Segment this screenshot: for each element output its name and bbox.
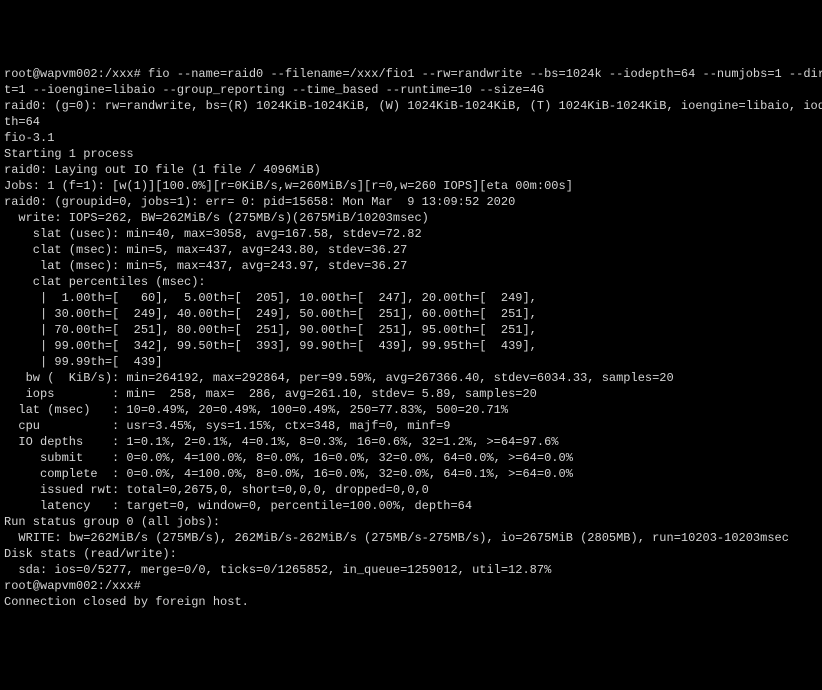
- terminal-line: raid0: Laying out IO file (1 file / 4096…: [4, 162, 818, 178]
- terminal-line: th=64: [4, 114, 818, 130]
- terminal-line: fio-3.1: [4, 130, 818, 146]
- terminal-line: issued rwt: total=0,2675,0, short=0,0,0,…: [4, 482, 818, 498]
- terminal-line: Starting 1 process: [4, 146, 818, 162]
- terminal-line: | 70.00th=[ 251], 80.00th=[ 251], 90.00t…: [4, 322, 818, 338]
- terminal-line: complete : 0=0.0%, 4=100.0%, 8=0.0%, 16=…: [4, 466, 818, 482]
- terminal-line: bw ( KiB/s): min=264192, max=292864, per…: [4, 370, 818, 386]
- terminal-line: clat percentiles (msec):: [4, 274, 818, 290]
- terminal-line: iops : min= 258, max= 286, avg=261.10, s…: [4, 386, 818, 402]
- terminal-line: t=1 --ioengine=libaio --group_reporting …: [4, 82, 818, 98]
- terminal-line: latency : target=0, window=0, percentile…: [4, 498, 818, 514]
- terminal-line: raid0: (g=0): rw=randwrite, bs=(R) 1024K…: [4, 98, 818, 114]
- terminal-line: IO depths : 1=0.1%, 2=0.1%, 4=0.1%, 8=0.…: [4, 434, 818, 450]
- terminal-line: Connection closed by foreign host.: [4, 594, 818, 610]
- terminal-line: cpu : usr=3.45%, sys=1.15%, ctx=348, maj…: [4, 418, 818, 434]
- terminal-line: submit : 0=0.0%, 4=100.0%, 8=0.0%, 16=0.…: [4, 450, 818, 466]
- terminal-line: Jobs: 1 (f=1): [w(1)][100.0%][r=0KiB/s,w…: [4, 178, 818, 194]
- prompt-text: root@wapvm002:/xxx#: [4, 579, 141, 593]
- terminal-line: | 99.99th=[ 439]: [4, 354, 818, 370]
- terminal-line: lat (msec) : 10=0.49%, 20=0.49%, 100=0.4…: [4, 402, 818, 418]
- terminal-line: | 30.00th=[ 249], 40.00th=[ 249], 50.00t…: [4, 306, 818, 322]
- terminal-line: write: IOPS=262, BW=262MiB/s (275MB/s)(2…: [4, 210, 818, 226]
- terminal-line: lat (msec): min=5, max=437, avg=243.97, …: [4, 258, 818, 274]
- prompt-line[interactable]: root@wapvm002:/xxx#: [4, 578, 818, 594]
- terminal-line: | 99.00th=[ 342], 99.50th=[ 393], 99.90t…: [4, 338, 818, 354]
- terminal-line: clat (msec): min=5, max=437, avg=243.80,…: [4, 242, 818, 258]
- terminal-line: Run status group 0 (all jobs):: [4, 514, 818, 530]
- terminal-line: slat (usec): min=40, max=3058, avg=167.5…: [4, 226, 818, 242]
- terminal-line: sda: ios=0/5277, merge=0/0, ticks=0/1265…: [4, 562, 818, 578]
- terminal-line: root@wapvm002:/xxx# fio --name=raid0 --f…: [4, 66, 818, 82]
- terminal-line: WRITE: bw=262MiB/s (275MB/s), 262MiB/s-2…: [4, 530, 818, 546]
- terminal-line: Disk stats (read/write):: [4, 546, 818, 562]
- terminal-line: | 1.00th=[ 60], 5.00th=[ 205], 10.00th=[…: [4, 290, 818, 306]
- terminal-line: raid0: (groupid=0, jobs=1): err= 0: pid=…: [4, 194, 818, 210]
